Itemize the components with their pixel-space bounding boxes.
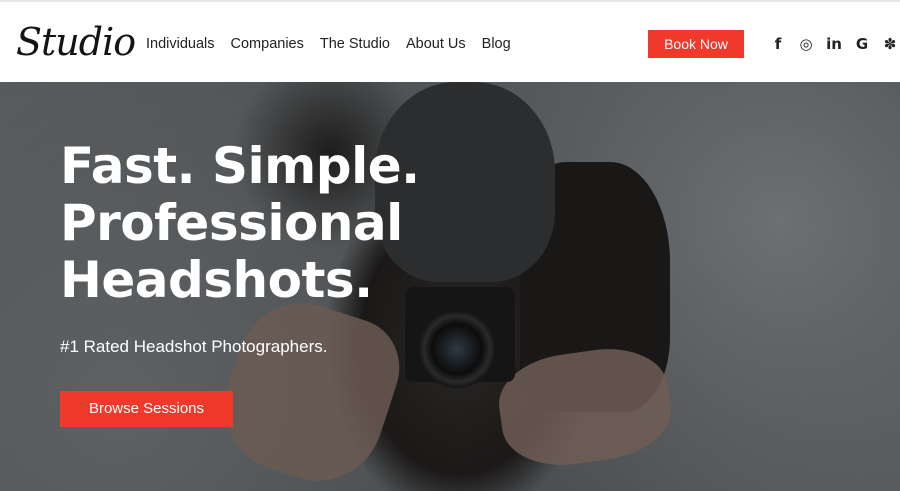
social-links: f ◎ in G ✽ [764,34,900,54]
nav-individuals[interactable]: Individuals [146,34,215,54]
nav-the-studio[interactable]: The Studio [320,34,390,54]
nav-blog[interactable]: Blog [482,34,511,54]
instagram-icon[interactable]: ◎ [792,34,820,54]
nav-about-us[interactable]: About Us [406,34,466,54]
studio-logo[interactable]: Studio [16,20,136,64]
main-nav: Individuals Companies The Studio About U… [146,34,527,54]
browse-sessions-button[interactable]: Browse Sessions [60,391,233,427]
site-header: Studio Individuals Companies The Studio … [0,0,900,82]
headline-line: Headshots. [60,251,373,309]
headline-line: Fast. Simple. [60,137,420,195]
google-icon[interactable]: G [848,34,876,54]
hero-headline: Fast. Simple. Professional Headshots. [60,138,420,309]
hero-photo-arm [207,286,413,491]
linkedin-icon[interactable]: in [820,34,848,54]
hero-subheadline: #1 Rated Headshot Photographers. [60,337,328,356]
headline-line: Professional [60,194,403,252]
hero-photo-lens [418,310,496,388]
facebook-icon[interactable]: f [764,34,792,54]
yelp-icon[interactable]: ✽ [876,34,900,54]
nav-companies[interactable]: Companies [231,34,304,54]
book-now-button[interactable]: Book Now [648,30,744,58]
